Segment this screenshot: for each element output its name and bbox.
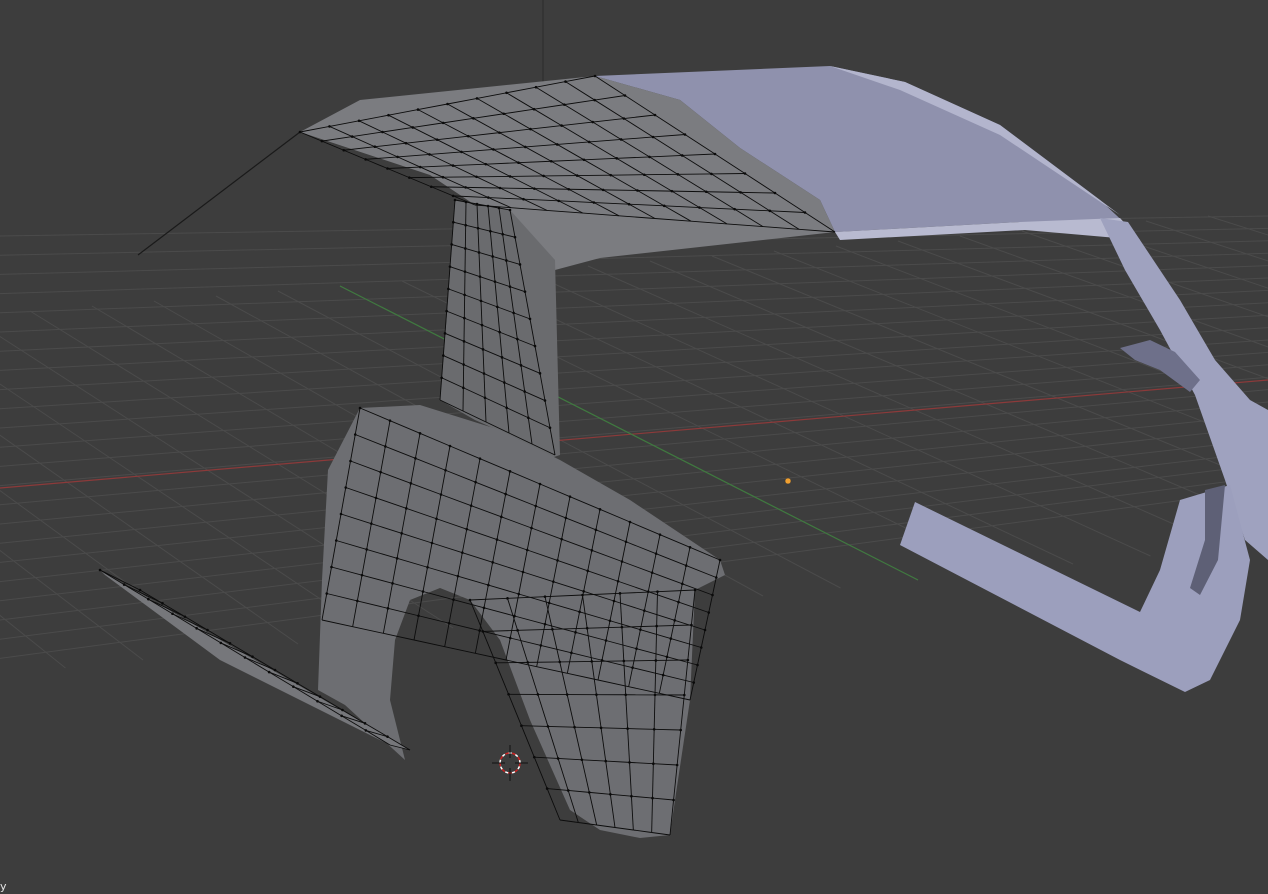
viewport-corner-label: y — [0, 880, 7, 893]
object-origin-dot[interactable] — [784, 477, 792, 485]
viewport-scene[interactable] — [0, 0, 1268, 894]
3d-viewport[interactable]: y — [0, 0, 1268, 894]
edit-mode-mesh[interactable] — [98, 74, 836, 838]
roof-cable — [137, 131, 301, 256]
quarter-panel — [318, 405, 725, 838]
3d-cursor-icon[interactable] — [492, 745, 528, 781]
